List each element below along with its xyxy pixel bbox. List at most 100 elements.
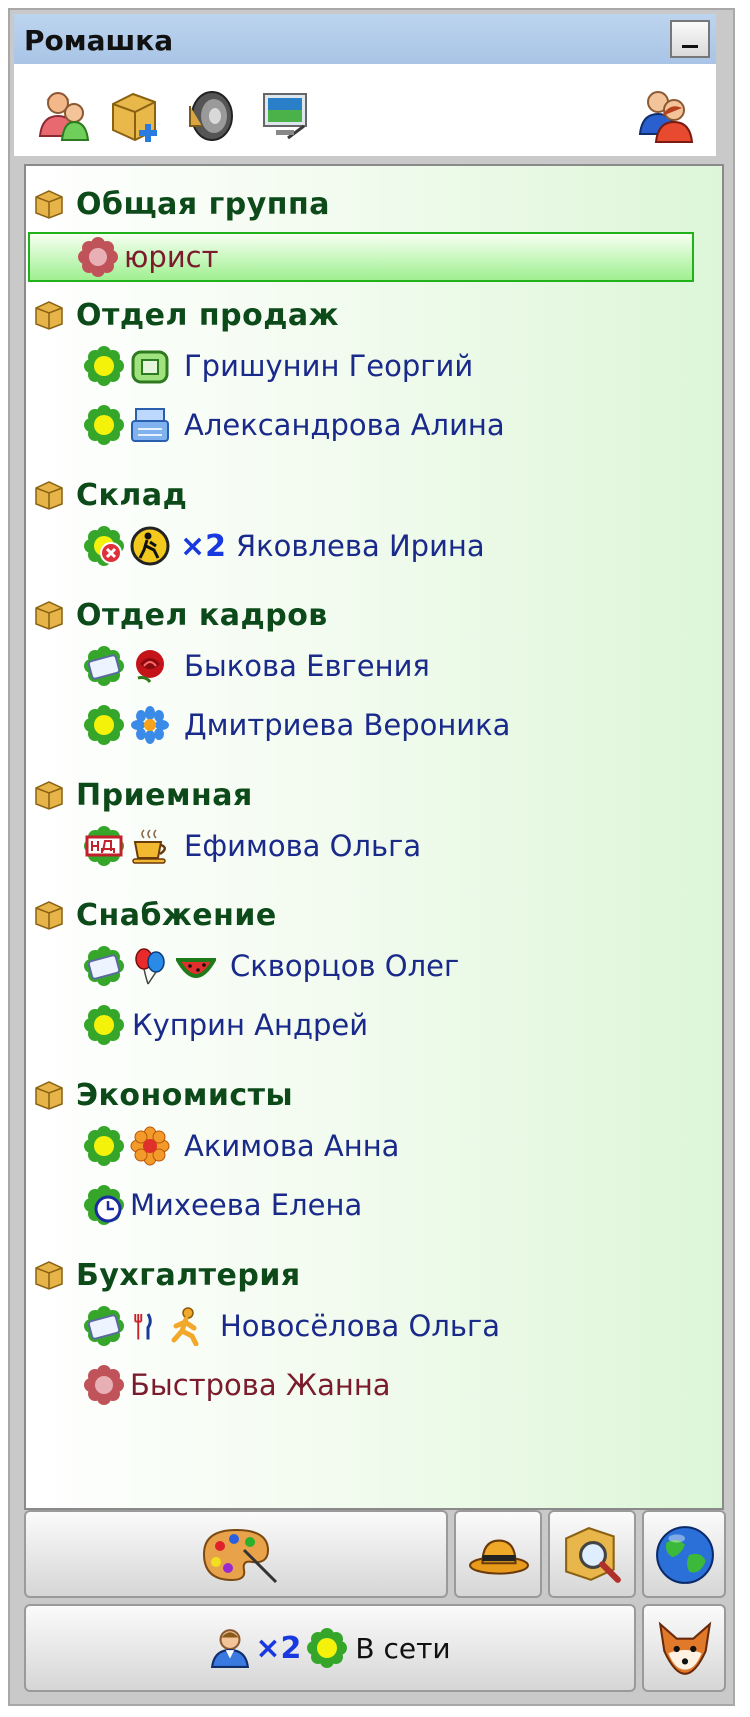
contact-name: Скворцов Олег: [230, 949, 460, 983]
contact-row[interactable]: Акимова Анна: [84, 1121, 399, 1171]
status-busy-icon: [84, 526, 124, 566]
fox-icon: [658, 1621, 712, 1675]
users-icon[interactable]: [636, 86, 694, 144]
toolbar: [14, 64, 716, 156]
group-box-icon: [35, 481, 63, 510]
contact-name: Михеева Елена: [130, 1188, 363, 1222]
status-online-icon: [84, 1005, 124, 1045]
running-man-icon: [171, 1307, 199, 1346]
contact-list[interactable]: Общая группа юрист Отдел продаж Гришунин…: [24, 164, 724, 1510]
group-name: Снабжение: [76, 897, 277, 933]
status-offline-icon: [78, 237, 118, 277]
status-label: В сети: [355, 1631, 451, 1665]
contact-row[interactable]: Ефимова Ольга: [84, 821, 421, 871]
contact-name: Ефимова Ольга: [184, 829, 422, 863]
contact-name: Александрова Алина: [184, 408, 505, 442]
contact-name: Яковлева Ирина: [236, 529, 485, 563]
contact-row[interactable]: Гришунин Георгий: [84, 341, 473, 391]
sound-icon[interactable]: [182, 86, 240, 144]
hat-icon: [469, 1539, 529, 1575]
status-button[interactable]: ×2 В сети: [24, 1604, 636, 1692]
group-name: Экономисты: [76, 1077, 294, 1113]
group-header[interactable]: Склад: [34, 472, 187, 518]
monitor-icon[interactable]: [258, 86, 316, 144]
add-group-icon[interactable]: [109, 86, 167, 144]
group-header[interactable]: Экономисты: [34, 1072, 293, 1118]
contact-row[interactable]: Быкова Евгения: [84, 641, 430, 691]
status-offline-icon: [84, 1365, 124, 1405]
contact-row[interactable]: Михеева Елена: [84, 1180, 362, 1230]
blue-flower-icon: [131, 706, 169, 744]
contact-row[interactable]: Дмитриева Вероника: [84, 700, 510, 750]
orange-flower-icon: [130, 1126, 170, 1166]
rose-icon: [136, 650, 164, 683]
coffee-icon: [132, 829, 166, 864]
status-clock-icon: [84, 1185, 124, 1225]
group-header[interactable]: Приемная: [34, 772, 253, 818]
add-contact-icon[interactable]: [36, 86, 94, 144]
fox-button[interactable]: [642, 1604, 726, 1692]
group-name: Бухгалтерия: [76, 1257, 301, 1293]
status-away-icon: [84, 946, 124, 986]
contact-row[interactable]: Быстрова Жанна: [84, 1360, 391, 1410]
hat-button[interactable]: [454, 1510, 542, 1598]
globe-icon: [656, 1526, 714, 1584]
group-header[interactable]: Отдел кадров: [34, 592, 328, 638]
contact-row[interactable]: Куприн Андрей: [84, 1000, 368, 1050]
contact-row[interactable]: юрист: [28, 232, 694, 282]
group-box-icon: [35, 781, 63, 810]
group-header[interactable]: Снабжение: [34, 892, 277, 938]
status-na-icon: [84, 826, 124, 866]
group-box-icon: [35, 301, 63, 330]
search-icon: [565, 1527, 621, 1583]
contact-row[interactable]: Скворцов Олег: [84, 941, 459, 991]
balloons-icon: [135, 948, 165, 985]
group-name: Приемная: [76, 777, 253, 813]
status-away-icon: [84, 646, 124, 686]
group-header[interactable]: Бухгалтерия: [34, 1252, 301, 1298]
user-icon: [211, 1629, 250, 1668]
search-button[interactable]: [548, 1510, 636, 1598]
status-online-icon: [84, 705, 124, 745]
contact-name: Куприн Андрей: [132, 1008, 369, 1042]
typewriter-icon: [131, 408, 169, 442]
contact-row[interactable]: ×2 Яковлева Ирина: [84, 521, 485, 571]
status-online-icon: [307, 1628, 348, 1668]
watermelon-icon: [176, 958, 216, 978]
status-online-icon: [84, 346, 124, 386]
window-title: Ромашка: [24, 24, 174, 57]
contact-name: юрист: [124, 240, 219, 274]
group-header[interactable]: Отдел продаж: [34, 292, 339, 338]
contact-row[interactable]: Новосёлова Ольга: [84, 1301, 500, 1351]
palette-icon: [202, 1528, 278, 1584]
status-away-icon: [84, 1306, 124, 1346]
globe-button[interactable]: [642, 1510, 726, 1598]
status-online-icon: [84, 1126, 124, 1166]
group-name: Общая группа: [76, 186, 330, 222]
group-box-icon: [35, 901, 63, 930]
group-name: Отдел кадров: [76, 597, 328, 633]
minimize-button[interactable]: [670, 20, 710, 58]
contact-name: Дмитриева Вероника: [184, 708, 511, 742]
group-name: Отдел продаж: [76, 297, 340, 333]
contact-name: Быстрова Жанна: [130, 1368, 391, 1402]
users-multiplier: ×2: [255, 1630, 302, 1666]
contact-name: Акимова Анна: [184, 1129, 400, 1163]
status-online-icon: [84, 405, 124, 445]
fork-knife-icon: [134, 1313, 152, 1340]
title-bar: Ромашка: [14, 14, 716, 65]
contact-row[interactable]: Александрова Алина: [84, 400, 505, 450]
group-header[interactable]: Общая группа: [34, 181, 330, 227]
contact-name: Новосёлова Ольга: [220, 1309, 500, 1343]
contact-name: Гришунин Георгий: [184, 349, 474, 383]
appearance-button[interactable]: [24, 1510, 448, 1598]
group-box-icon: [35, 1261, 63, 1290]
multiplier-badge: ×2: [180, 528, 227, 564]
group-box-icon: [35, 190, 63, 219]
worker-sign-icon: [130, 526, 170, 566]
group-box-icon: [35, 601, 63, 630]
contact-name: Быкова Евгения: [184, 649, 430, 683]
phone-icon: [131, 350, 169, 384]
group-box-icon: [35, 1081, 63, 1110]
group-name: Склад: [76, 477, 188, 513]
